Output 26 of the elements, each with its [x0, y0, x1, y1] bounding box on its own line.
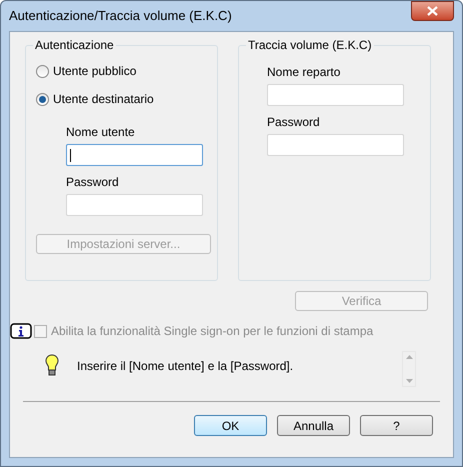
info-icon[interactable]: [10, 323, 32, 339]
input-field[interactable]: [267, 134, 404, 156]
radio-label: Utente pubblico: [53, 63, 136, 80]
text-caret-icon: [70, 148, 71, 162]
light-bulb-icon: [45, 354, 59, 378]
input-field[interactable]: [66, 194, 203, 216]
dialog-button[interactable]: OK: [194, 415, 267, 436]
input-field[interactable]: [267, 84, 404, 106]
window-title: Autenticazione/Traccia volume (E.K.C): [9, 7, 232, 26]
dialog-button[interactable]: ?: [360, 415, 433, 436]
radio-label: Utente destinatario: [53, 91, 154, 108]
dialog-button[interactable]: Annulla: [277, 415, 350, 436]
radio-button[interactable]: [36, 64, 49, 78]
radio-button[interactable]: [36, 92, 49, 106]
close-button[interactable]: [411, 1, 454, 21]
group-title: Traccia volume (E.K.C): [246, 37, 374, 53]
field-label: Nome reparto: [267, 64, 342, 80]
field-label: Password: [66, 174, 120, 190]
hint-text: Inserire il [Nome utente] e la [Password].: [77, 358, 294, 375]
scrollbar[interactable]: [402, 351, 416, 387]
field-label: Nome utente: [66, 124, 136, 140]
scroll-up-icon: [406, 355, 412, 359]
field-label: Password: [267, 114, 321, 130]
scroll-down-icon: [406, 379, 412, 383]
input-field[interactable]: [66, 144, 203, 166]
close-icon: [427, 6, 438, 16]
